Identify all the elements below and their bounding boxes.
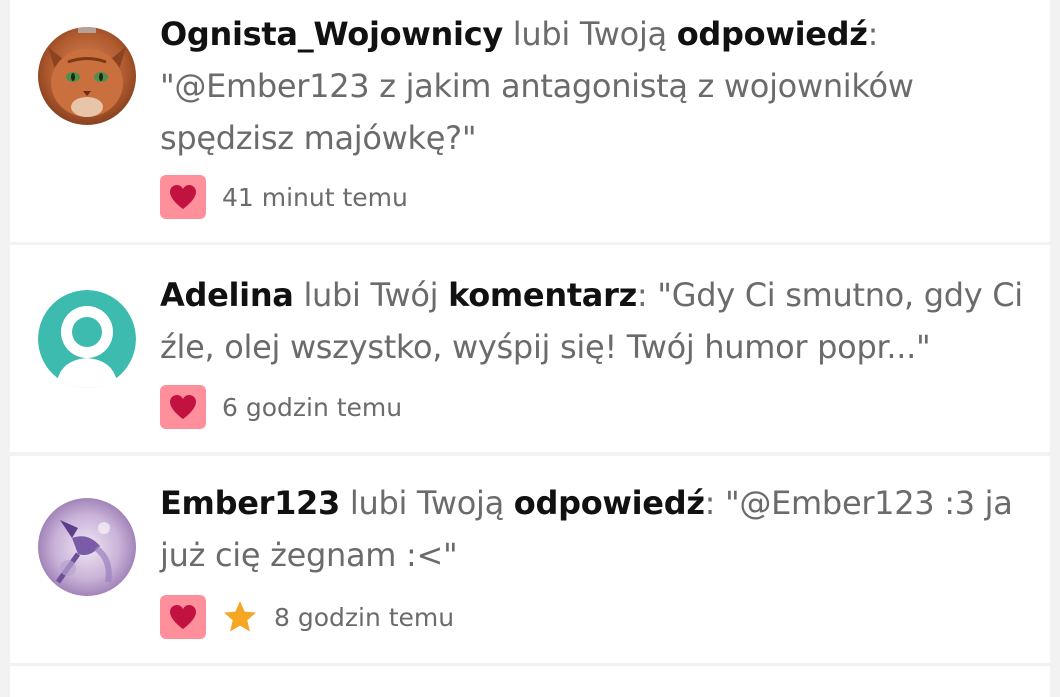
separator: : bbox=[636, 276, 658, 314]
notification-text: Adelina lubi Twój komentarz: "Gdy Ci smu… bbox=[160, 269, 1030, 373]
target-link[interactable]: odpowiedź bbox=[677, 15, 868, 53]
target-link[interactable]: komentarz bbox=[448, 276, 637, 314]
timestamp: 8 godzin temu bbox=[274, 602, 455, 632]
heart-icon bbox=[170, 605, 196, 629]
username[interactable]: Adelina bbox=[160, 276, 294, 314]
notification-meta: 8 godzin temu bbox=[160, 595, 454, 639]
user-avatar[interactable] bbox=[38, 27, 136, 125]
notification-item-partial bbox=[10, 666, 1050, 697]
notification-item[interactable]: Ember123 lubi Twoją odpowiedź: "@Ember12… bbox=[10, 456, 1050, 663]
heart-icon bbox=[170, 395, 196, 419]
notification-meta: 6 godzin temu bbox=[160, 385, 402, 429]
notification-meta: 41 minut temu bbox=[160, 175, 408, 219]
target-link[interactable]: odpowiedź bbox=[514, 484, 705, 522]
user-avatar[interactable] bbox=[38, 498, 136, 596]
like-badge bbox=[160, 385, 206, 429]
username[interactable]: Ember123 bbox=[160, 484, 340, 522]
heart-icon bbox=[170, 185, 196, 209]
user-avatar[interactable] bbox=[38, 290, 136, 388]
like-badge bbox=[160, 595, 206, 639]
username[interactable]: Ognista_Wojownicy bbox=[160, 15, 503, 53]
action-text: lubi Twoją bbox=[340, 484, 514, 522]
action-text: lubi Twój bbox=[293, 276, 449, 314]
star-icon bbox=[222, 599, 258, 635]
notification-text: Ognista_Wojownicy lubi Twoją odpowiedź: … bbox=[160, 8, 1030, 164]
notification-text: Ember123 lubi Twoją odpowiedź: "@Ember12… bbox=[160, 477, 1030, 581]
timestamp: 6 godzin temu bbox=[222, 392, 403, 422]
action-text: lubi Twoją bbox=[502, 15, 677, 53]
notification-item[interactable]: Ognista_Wojownicy lubi Twoją odpowiedź: … bbox=[10, 0, 1050, 242]
separator: : bbox=[867, 15, 879, 53]
quoted-text: "@Ember123 z jakim antagonistą z wojowni… bbox=[160, 67, 914, 157]
timestamp: 41 minut temu bbox=[222, 182, 408, 212]
notification-item[interactable]: Adelina lubi Twój komentarz: "Gdy Ci smu… bbox=[10, 245, 1050, 452]
like-badge bbox=[160, 175, 206, 219]
separator: : bbox=[704, 484, 726, 522]
